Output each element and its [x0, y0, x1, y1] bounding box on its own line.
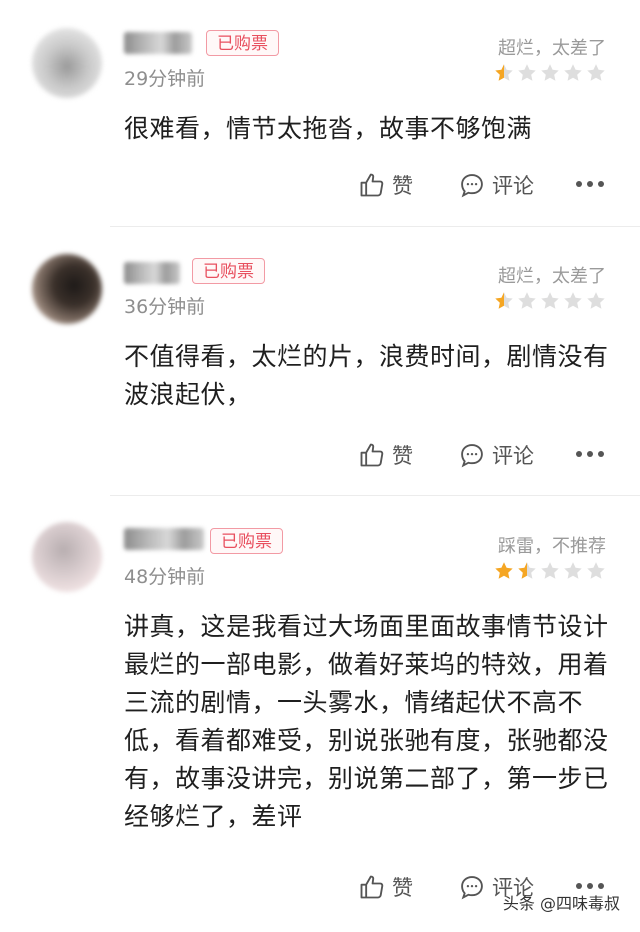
thumbs-up-icon: [358, 873, 386, 901]
like-label: 赞: [392, 444, 413, 468]
divider: [110, 495, 640, 496]
rating-verdict: 踩雷，不推荐: [498, 536, 606, 557]
review-card: 已购票 48分钟前 踩雷，不推荐 讲真，这是我看过大场面里面故事情节设计最烂的一…: [0, 498, 640, 932]
star-icon: [518, 562, 536, 579]
star-icon: [587, 292, 605, 309]
star-icon: [541, 292, 559, 309]
rating-verdict: 超烂，太差了: [498, 266, 606, 287]
comment-button[interactable]: 评论: [458, 440, 534, 470]
review-card: 已购票 29分钟前 超烂，太差了 很难看，情节太拖沓，故事不够饱满 赞 评论: [0, 0, 640, 230]
more-options-icon[interactable]: [576, 181, 604, 187]
thumbs-up-icon: [358, 171, 386, 199]
review-content: 讲真，这是我看过大场面里面故事情节设计最烂的一部电影，做着好莱坞的特效，用着三流…: [124, 612, 609, 831]
review-time: 29分钟前: [124, 68, 206, 90]
star-icon: [564, 292, 582, 309]
star-icon: [564, 562, 582, 579]
username-blurred[interactable]: [124, 528, 204, 550]
username-blurred[interactable]: [124, 32, 192, 54]
star-icon: [541, 562, 559, 579]
more-options-icon[interactable]: [576, 451, 604, 457]
username-blurred[interactable]: [124, 262, 180, 284]
watermark: 头条 @四味毒叔: [502, 894, 620, 913]
star-icon: [564, 64, 582, 81]
star-icon: [495, 292, 513, 309]
star-icon: [495, 562, 513, 579]
divider: [110, 226, 640, 227]
comment-icon: [458, 171, 486, 199]
thumbs-up-icon: [358, 441, 386, 469]
review-card: 已购票 36分钟前 超烂，太差了 不值得看，太烂的片，浪费时间，剧情没有波浪起伏…: [0, 230, 640, 498]
review-time: 36分钟前: [124, 296, 206, 318]
rating-verdict: 超烂，太差了: [498, 38, 606, 59]
comment-icon: [458, 441, 486, 469]
more-options-icon[interactable]: [576, 883, 604, 889]
star-icon: [587, 562, 605, 579]
like-button[interactable]: 赞: [358, 170, 413, 200]
like-button[interactable]: 赞: [358, 440, 413, 470]
star-icon: [587, 64, 605, 81]
review-time: 48分钟前: [124, 566, 206, 588]
comment-label: 评论: [492, 444, 534, 468]
like-label: 赞: [392, 174, 413, 198]
avatar[interactable]: [32, 254, 102, 324]
star-icon: [495, 64, 513, 81]
purchased-badge: 已购票: [210, 528, 283, 554]
avatar[interactable]: [32, 522, 102, 592]
star-rating: [494, 561, 606, 581]
comment-label: 评论: [492, 174, 534, 198]
purchased-badge: 已购票: [192, 258, 265, 284]
like-button[interactable]: 赞: [358, 872, 413, 902]
review-content: 不值得看，太烂的片，浪费时间，剧情没有波浪起伏，: [124, 342, 609, 409]
avatar[interactable]: [32, 28, 102, 98]
comment-icon: [458, 873, 486, 901]
star-rating: [494, 63, 606, 83]
like-label: 赞: [392, 876, 413, 900]
star-rating: [494, 291, 606, 311]
star-icon: [518, 64, 536, 81]
review-content: 很难看，情节太拖沓，故事不够饱满: [124, 114, 533, 143]
purchased-badge: 已购票: [206, 30, 279, 56]
comment-button[interactable]: 评论: [458, 170, 534, 200]
star-icon: [541, 64, 559, 81]
star-icon: [518, 292, 536, 309]
